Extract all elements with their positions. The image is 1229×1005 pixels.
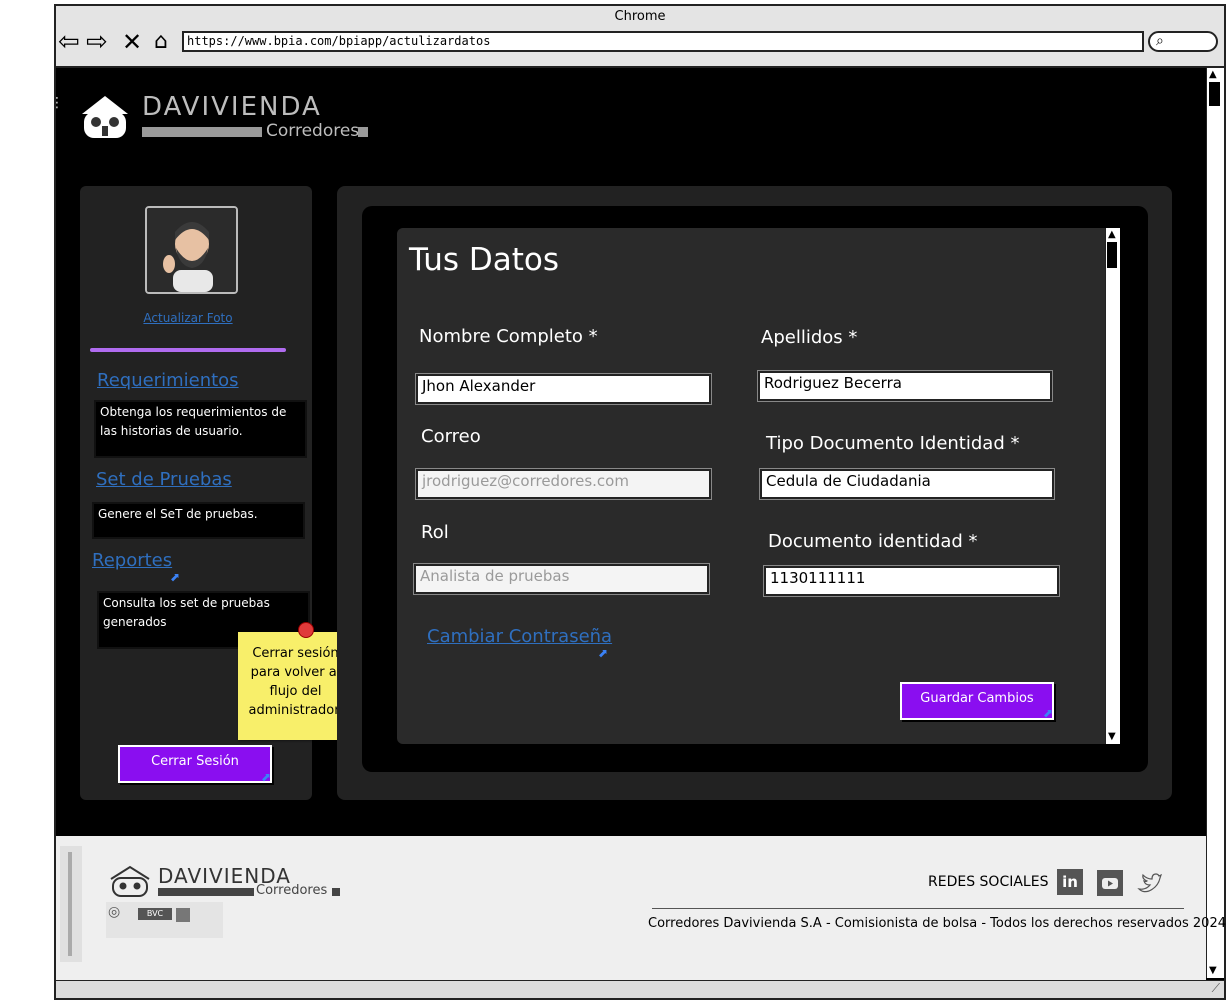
sidebar-item-set-de-pruebas[interactable]: Set de Pruebas: [96, 469, 232, 490]
youtube-glyph: [1102, 878, 1118, 889]
social-label: REDES SOCIALES: [928, 874, 1049, 890]
resize-grip-icon[interactable]: ⟋: [1212, 981, 1220, 996]
copyright-text: Corredores Davivienda S.A - Comisionista…: [648, 916, 1226, 931]
certification-icon: ◎: [108, 904, 121, 920]
footer-brand-sub: Corredores: [256, 883, 328, 898]
brand-name: DAVIVIENDA: [142, 92, 322, 122]
close-icon[interactable]: ✕: [122, 30, 142, 54]
sidebar-item-requerimientos[interactable]: Requerimientos: [97, 370, 239, 391]
tipo-documento-label: Tipo Documento Identidad *: [766, 433, 1020, 454]
linkedin-icon[interactable]: in: [1057, 869, 1083, 895]
sidebar-item-set-de-pruebas-desc: Genere el SeT de pruebas.: [92, 502, 305, 539]
menu-icon[interactable]: ⋮: [50, 96, 64, 110]
save-button[interactable]: Guardar Cambios: [900, 682, 1054, 720]
search-icon: ⌕: [1156, 33, 1164, 49]
apellidos-input[interactable]: Rodriguez Becerra: [758, 371, 1052, 401]
scroll-down-icon[interactable]: ▼: [1108, 732, 1116, 742]
nombre-input[interactable]: Jhon Alexander: [416, 374, 711, 404]
brand-sub: Corredores: [266, 121, 360, 141]
house-logo-icon: [82, 96, 128, 138]
forward-icon[interactable]: ⇨: [86, 29, 108, 55]
brand-logo: DAVIVIENDA Corredores: [78, 92, 378, 144]
footer-divider: [652, 908, 1184, 909]
window-title: Chrome: [54, 4, 1226, 28]
update-photo-link[interactable]: Actualizar Foto: [96, 311, 280, 325]
form-scroll-thumb[interactable]: [1107, 242, 1117, 268]
pin-icon: [298, 622, 314, 638]
browser-search-box[interactable]: ⌕: [1148, 31, 1218, 52]
scroll-up-icon[interactable]: ▲: [1209, 70, 1217, 80]
footer-brand-square: [332, 888, 340, 896]
twitter-glyph: [1137, 873, 1163, 893]
rol-input[interactable]: Analista de pruebas: [414, 564, 709, 594]
nombre-label: Nombre Completo *: [419, 326, 598, 347]
tipo-documento-input[interactable]: Cedula de Ciudadania: [760, 469, 1054, 499]
scroll-up-icon[interactable]: ▲: [1108, 230, 1116, 240]
sidebar-divider: [90, 348, 286, 352]
rol-label: Rol: [421, 522, 449, 543]
scroll-down-icon[interactable]: ▼: [1209, 966, 1217, 976]
seal-strip: [68, 852, 72, 956]
sidebar-item-requerimientos-desc: Obtenga los requerimientos de las histor…: [94, 400, 307, 458]
brand-square: [358, 127, 368, 137]
logout-button[interactable]: Cerrar Sesión: [118, 745, 272, 783]
avatar-image: [147, 208, 236, 292]
footer-brand-bar: [158, 888, 254, 896]
back-icon[interactable]: ⇦: [58, 29, 80, 55]
footer-logo: DAVIVIENDA Corredores: [108, 864, 348, 900]
page-title: Tus Datos: [409, 242, 560, 278]
form-scrollbar[interactable]: ▲ ▼: [1105, 228, 1120, 744]
sidebar-item-reportes[interactable]: Reportes: [92, 550, 172, 571]
correo-label: Correo: [421, 426, 481, 447]
cursor-icon: ⬈: [261, 770, 272, 784]
apellidos-label: Apellidos *: [761, 327, 858, 348]
cursor-icon: ⬈: [598, 646, 609, 660]
brand-bar: [142, 127, 262, 137]
house-logo-icon: [110, 865, 150, 897]
horizontal-scrollbar[interactable]: ⟋: [56, 980, 1224, 998]
avatar[interactable]: [145, 206, 238, 294]
page-scroll-thumb[interactable]: [1209, 82, 1220, 106]
page-scrollbar[interactable]: ▲ ▼: [1206, 68, 1224, 978]
sticky-note: Cerrar sesión para volver al flujo del a…: [238, 632, 353, 740]
documento-input[interactable]: 1130111111: [764, 566, 1059, 596]
documento-label: Documento identidad *: [768, 531, 978, 552]
address-bar[interactable]: https://www.bpia.com/bpiapp/actulizardat…: [182, 31, 1144, 52]
home-icon[interactable]: ⌂: [154, 30, 168, 54]
footer-badges: ◎ BVC: [106, 902, 223, 938]
market-badge-icon: [176, 908, 190, 922]
change-password-link[interactable]: Cambiar Contraseña: [427, 626, 612, 647]
bvc-badge: BVC: [138, 908, 172, 920]
twitter-icon[interactable]: [1136, 870, 1163, 896]
cursor-icon: ⬈: [1043, 706, 1054, 720]
youtube-icon[interactable]: [1097, 870, 1123, 896]
footer-side-seal: [60, 846, 82, 962]
cursor-icon: ⬈: [170, 570, 181, 584]
correo-input[interactable]: jrodriguez@corredores.com: [416, 469, 711, 499]
